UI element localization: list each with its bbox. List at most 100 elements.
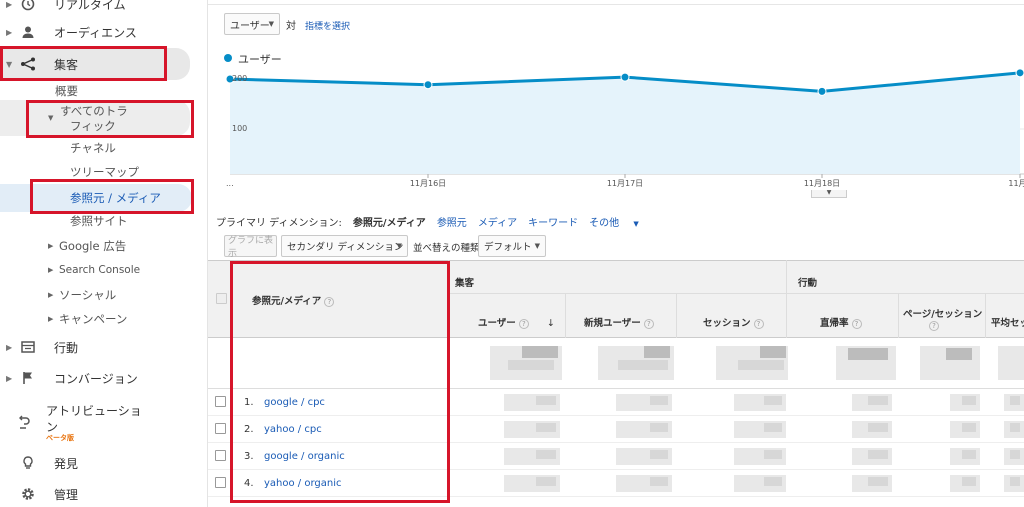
row-source-medium-link[interactable]: yahoo / organic <box>264 478 342 489</box>
beta-badge: ベータ版 <box>46 434 74 442</box>
caret-right-icon: ▶ <box>48 291 54 299</box>
dimension-source-link[interactable]: 参照元 <box>437 218 467 229</box>
caret-right-icon: ▶ <box>48 315 54 323</box>
nav-campaigns[interactable]: ▶ キャンペーン <box>0 308 200 330</box>
nav-conversions[interactable]: ▶ コンバージョン <box>0 366 200 390</box>
col-header-bounce-rate-label: 直帰率 <box>820 318 849 329</box>
col-header-avg-session: 平均セッ <box>991 318 1024 329</box>
sort-desc-arrow-icon: ↓ <box>546 318 555 329</box>
caret-down-icon: ▼ <box>6 59 13 69</box>
nav-discover[interactable]: 発見 <box>0 451 200 475</box>
lightbulb-icon <box>18 456 38 470</box>
dimension-other-link[interactable]: その他 ▼ <box>589 218 650 229</box>
row-index: 4. <box>244 478 254 489</box>
row-source-medium-link[interactable]: google / organic <box>264 451 345 462</box>
sort-type-dropdown[interactable]: デフォルト ▼ <box>478 235 546 257</box>
table-row: 4. yahoo / organic <box>208 470 1024 497</box>
help-icon: ? <box>851 318 862 329</box>
secondary-dimension-dropdown[interactable]: セカンダリ ディメンション ▼ <box>281 235 408 257</box>
behavior-icon <box>18 341 38 353</box>
row-checkbox[interactable] <box>215 396 226 407</box>
nav-social[interactable]: ▶ ソーシャル <box>0 284 200 306</box>
select-metric-link[interactable]: 指標を選択 <box>305 19 350 32</box>
nav-acquisition-label: 集客 <box>54 57 79 72</box>
nav-campaigns-label: キャンペーン <box>59 312 128 326</box>
nav-audience[interactable]: ▶ オーディエンス <box>0 20 200 44</box>
chevron-down-icon: ▼ <box>268 20 274 28</box>
nav-google-ads[interactable]: ▶ Google 広告 <box>0 235 200 257</box>
nav-referrals[interactable]: 参照サイト <box>0 210 200 232</box>
x-tick-label: ... <box>226 179 234 188</box>
nav-all-traffic-label-2: フィック <box>70 119 116 133</box>
col-header-new-users[interactable]: 新規ユーザー? <box>584 315 654 329</box>
nav-all-traffic[interactable]: ▼ すべてのトラ フィック <box>0 100 200 136</box>
caret-right-icon: ▶ <box>48 242 54 250</box>
help-icon: ? <box>753 318 764 329</box>
chart-resize-handle[interactable]: ▼ <box>811 190 847 198</box>
nav-referrals-label: 参照サイト <box>70 214 128 228</box>
nav-realtime-label: リアルタイム <box>54 0 126 12</box>
chevron-down-icon: ▼ <box>396 242 402 250</box>
nav-social-label: ソーシャル <box>59 288 117 302</box>
dimension-keyword-link[interactable]: キーワード <box>528 218 578 229</box>
col-header-source-medium[interactable]: 参照元/メディア? <box>252 293 335 307</box>
col-header-new-users-label: 新規ユーザー <box>584 318 641 329</box>
attribution-icon <box>18 415 32 432</box>
col-header-bounce-rate[interactable]: 直帰率? <box>820 315 862 329</box>
nav-overview[interactable]: 概要 <box>0 80 200 102</box>
dimension-medium-link[interactable]: メディア <box>478 218 517 229</box>
nav-overview-label: 概要 <box>55 84 78 98</box>
nav-source-medium[interactable]: 参照元 / メディア <box>0 187 200 209</box>
nav-behavior[interactable]: ▶ 行動 <box>0 335 200 359</box>
sort-type-label: 並べ替えの種類: <box>413 243 483 254</box>
nav-realtime[interactable]: ▶ リアルタイム <box>0 0 200 16</box>
users-data-point[interactable] <box>620 72 630 82</box>
caret-right-icon: ▶ <box>6 0 13 9</box>
row-checkbox[interactable] <box>215 450 226 461</box>
row-checkbox[interactable] <box>215 477 226 488</box>
dimension-other-label: その他 <box>589 218 620 229</box>
nav-acquisition[interactable]: ▼ 集客 <box>0 52 200 76</box>
nav-all-traffic-label-1: すべてのトラ <box>60 104 128 118</box>
plot-rows-button[interactable]: グラフに表示 <box>224 235 277 259</box>
acquisition-icon <box>18 57 38 71</box>
nav-channels[interactable]: チャネル <box>0 137 200 159</box>
chevron-down-icon: ▼ <box>633 220 639 228</box>
users-data-point[interactable] <box>423 80 433 90</box>
users-data-point[interactable] <box>1015 68 1024 78</box>
nav-attribution[interactable]: アトリビューショ ン ベータ版 <box>0 398 200 444</box>
col-header-source-medium-label: 参照元/メディア <box>252 296 322 307</box>
col-header-pages-session[interactable]: ページ/セッション? <box>903 306 982 331</box>
help-icon: ? <box>643 318 654 329</box>
clock-icon <box>18 0 38 11</box>
table-row: 3. google / organic <box>208 443 1024 470</box>
help-icon: ? <box>929 320 939 331</box>
gear-icon <box>18 487 38 501</box>
col-header-sessions[interactable]: セッション? <box>703 315 764 329</box>
nav-behavior-label: 行動 <box>54 340 79 355</box>
vs-label: 対 <box>286 21 296 32</box>
group-header-behavior: 行動 <box>798 278 818 289</box>
x-tick-label: 11月18日 <box>804 179 840 188</box>
metric-dropdown[interactable]: ユーザー ▼ <box>224 13 280 35</box>
y-tick-100: 100 <box>232 124 247 133</box>
caret-right-icon: ▶ <box>48 266 54 274</box>
primary-dimension-current: 参照元/メディア <box>352 218 426 229</box>
row-source-medium-link[interactable]: google / cpc <box>264 397 325 408</box>
nav-conversions-label: コンバージョン <box>54 371 138 386</box>
nav-treemap[interactable]: ツリーマップ <box>0 161 200 183</box>
nav-search-console[interactable]: ▶ Search Console <box>0 259 200 281</box>
secondary-dimension-label: セカンダリ ディメンション <box>287 242 404 253</box>
row-checkbox[interactable] <box>215 423 226 434</box>
nav-source-medium-label: 参照元 / メディア <box>70 191 161 205</box>
row-source-medium-link[interactable]: yahoo / cpc <box>264 424 322 435</box>
caret-right-icon: ▶ <box>6 373 13 383</box>
users-line-chart: 200 100 ... 11月16日 11月17日 11月18日 11月1 <box>225 68 1024 188</box>
select-all-checkbox[interactable] <box>216 293 227 304</box>
help-icon: ? <box>324 296 335 307</box>
users-data-point[interactable] <box>817 86 827 96</box>
nav-admin[interactable]: 管理 <box>0 482 200 506</box>
row-index: 3. <box>244 451 254 462</box>
caret-down-icon: ▼ <box>48 114 54 122</box>
col-header-users[interactable]: ユーザー? ↓ <box>478 315 555 329</box>
